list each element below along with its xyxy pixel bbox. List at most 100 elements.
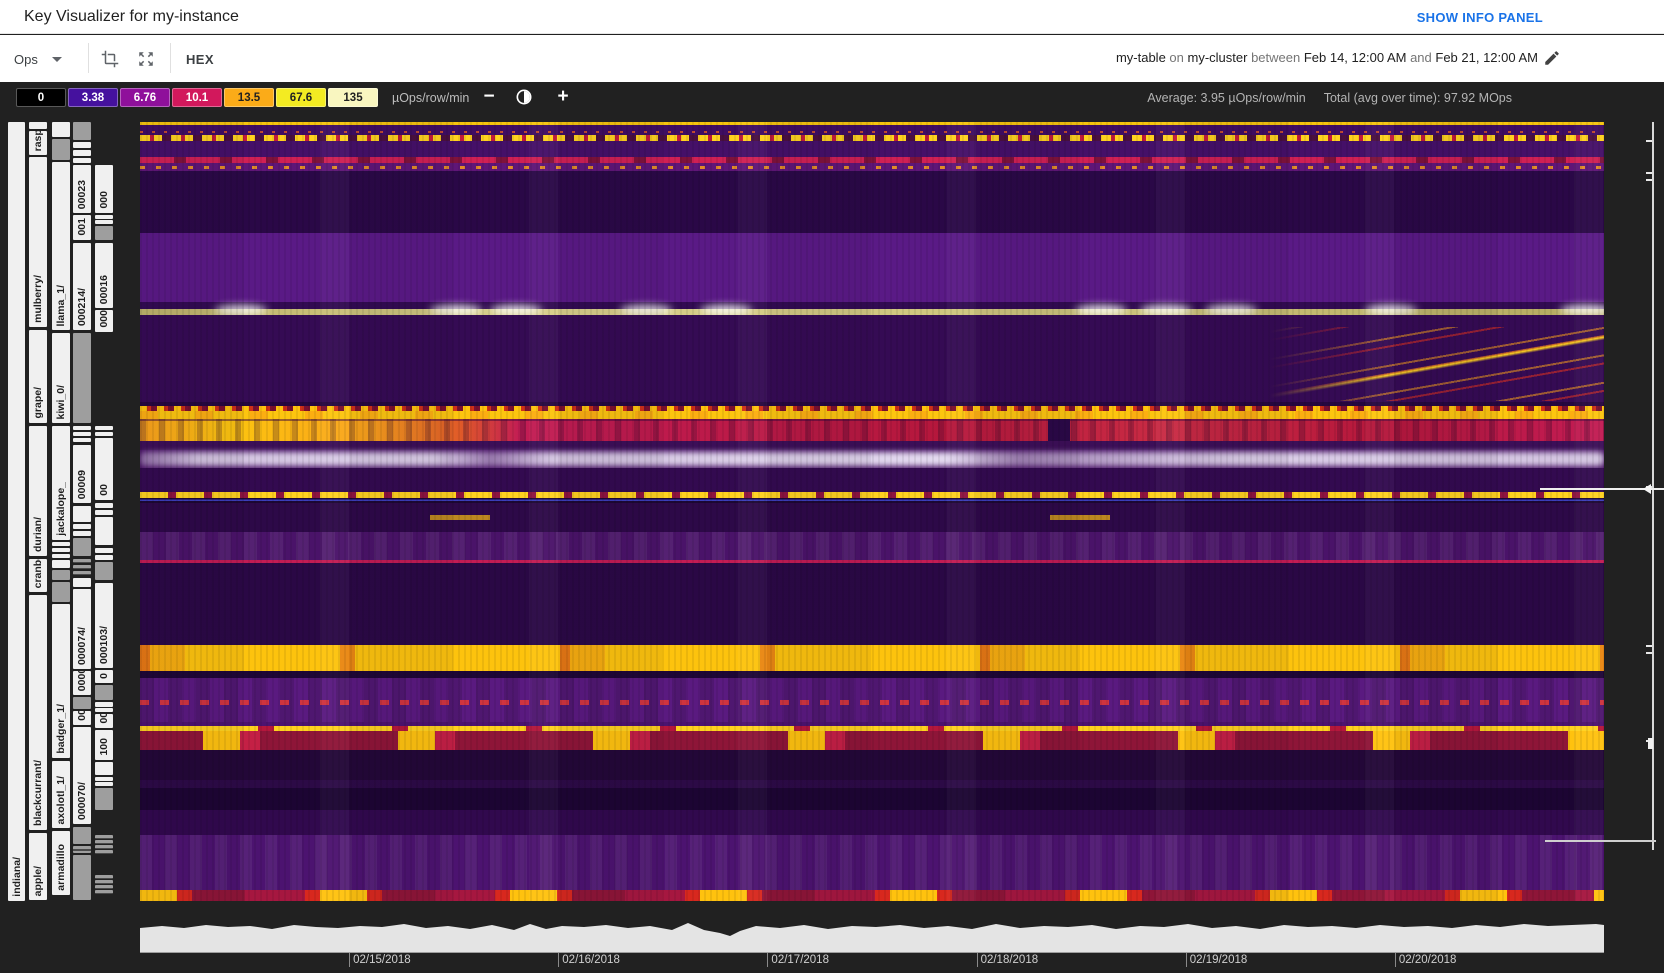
heatmap-band	[140, 441, 1604, 450]
contrast-button[interactable]	[512, 86, 536, 110]
keyspace-segment[interactable]: 000	[95, 165, 113, 213]
zoom-in-button[interactable]: +	[550, 84, 576, 110]
heatmap-band	[140, 468, 1604, 492]
keyspace-segment	[95, 788, 113, 810]
keyspace-segment	[73, 827, 91, 844]
keyspace-segment	[95, 850, 113, 854]
crop-button[interactable]	[96, 45, 124, 73]
keyspace-segment	[95, 510, 113, 515]
keyspace-segment[interactable]: 000070/	[73, 727, 91, 824]
keyspace-segment[interactable]: raspberry/	[29, 131, 47, 155]
metric-dropdown[interactable]: Ops	[14, 47, 62, 71]
heatmap-band	[140, 563, 1604, 645]
keyspace-segment	[73, 538, 91, 556]
keyspace-segment[interactable]: durian/	[29, 426, 47, 556]
ruler-thumb[interactable]	[1648, 738, 1653, 749]
scope-table: my-table	[1115, 50, 1166, 65]
keyspace-label: axolotl_1/	[55, 775, 67, 824]
keyspace-segment[interactable]: 000074/	[73, 589, 91, 669]
time-scrubber[interactable]	[140, 917, 1604, 953]
keyspace-segment	[73, 438, 91, 442]
heatmap-band	[140, 419, 1604, 441]
edit-scope-button[interactable]	[1538, 45, 1566, 73]
keyspace-segment[interactable]: 00016	[95, 243, 113, 308]
key-ruler-tick	[1646, 172, 1652, 174]
keyspace-segment	[73, 559, 91, 563]
timeline-tick	[976, 953, 978, 967]
keyspace-label: 000214/	[76, 288, 88, 326]
keyspace-segment[interactable]: 000103/	[95, 583, 113, 668]
legend-unit-label: µOps/row/min	[392, 91, 470, 105]
keyspace-label: 00007	[76, 671, 88, 691]
zoom-out-button[interactable]: −	[476, 84, 502, 110]
keyspace-segment[interactable]: 001	[73, 215, 91, 240]
timeline-date-label: 02/15/2018	[353, 954, 411, 966]
heatmap-white-glow-band	[140, 452, 1604, 466]
keyspace-segment	[73, 333, 91, 423]
keyspace-segment[interactable]: 100	[95, 730, 113, 760]
fullscreen-button[interactable]	[132, 45, 160, 73]
heatmap-glow-spot	[215, 305, 267, 315]
keyspace-segment[interactable]: cranberry/	[29, 559, 47, 592]
keyspace-segment[interactable]: mulberry/	[29, 157, 47, 327]
heatmap-band	[140, 890, 1604, 901]
keyspace-segment[interactable]: 0	[95, 670, 113, 683]
keyspace-segment[interactable]: 000214/	[73, 243, 91, 330]
keyspace-segment	[73, 855, 91, 900]
timeline-tick	[349, 953, 351, 967]
legend-stats: Average: 3.95 µOps/row/min Total (avg ov…	[1147, 91, 1512, 105]
keyspace-segment	[52, 582, 70, 602]
key-ruler-tick	[1646, 140, 1652, 142]
keyspace-segment[interactable]: llama_1/	[52, 162, 70, 330]
keyspace-segment	[73, 565, 91, 569]
keyspace-label: 0	[98, 673, 110, 679]
keyspace-segment[interactable]: badger_1/	[52, 604, 70, 758]
toolbar-divider	[88, 43, 89, 73]
keyspace-segment	[73, 571, 91, 575]
visualizer-stage: 0 3.38 6.76 10.1 13.5 67.6 135 µOps/row/min − …	[0, 82, 1664, 973]
keyspace-segment[interactable]: 00	[73, 711, 91, 725]
keyspace-segment[interactable]: apple/	[29, 833, 47, 900]
key-ruler-tick	[1646, 652, 1652, 654]
heatmap[interactable]	[140, 122, 1604, 901]
keyspace-segment	[73, 150, 91, 156]
scope-on: on	[1165, 50, 1188, 65]
keyspace-label: kiwi_0/	[55, 384, 67, 419]
legend-bucket: 135	[328, 88, 378, 107]
keyspace-segment[interactable]: 000	[95, 310, 113, 332]
legend-bucket: 0	[16, 88, 66, 107]
heatmap-band	[140, 780, 1604, 788]
keyspace-segment[interactable]: jackalope_	[52, 426, 70, 540]
keyspace-segment[interactable]: kiwi_0/	[52, 333, 70, 423]
keyspace-segment[interactable]: 00	[95, 438, 113, 500]
heatmap-band	[140, 645, 1604, 671]
heatmap-band	[140, 731, 1604, 750]
keyspace-segment	[95, 845, 113, 849]
crop-icon	[101, 50, 119, 68]
hex-toggle-button[interactable]: HEX	[186, 45, 214, 73]
heatmap-band	[140, 750, 1604, 780]
average-value: Average: 3.95 µOps/row/min	[1147, 91, 1306, 105]
keyspace-segment	[95, 885, 113, 889]
keyspace-segment[interactable]: 000	[95, 714, 113, 728]
keyspace-label: apple/	[32, 865, 44, 896]
keyspace-segment[interactable]: grape/	[29, 330, 47, 423]
keyspace-label: mulberry/	[32, 275, 44, 323]
keyspace-segment[interactable]: axolotl_1/	[52, 761, 70, 828]
keyspace-label: 000	[98, 310, 110, 328]
show-info-panel-link[interactable]: SHOW INFO PANEL	[1417, 10, 1543, 25]
keyspace-segment[interactable]: armadillo	[52, 831, 70, 895]
keyspace-segment[interactable]: indiana/	[8, 122, 25, 901]
heatmap-glow-spot	[1365, 305, 1417, 315]
keyspace-segment	[73, 122, 91, 140]
keyspace-label: jackalope_	[55, 482, 67, 536]
keyspace-segment	[95, 782, 113, 786]
keyspace-segment	[95, 215, 113, 219]
keyspace-segment[interactable]: 00009	[73, 445, 91, 503]
toolbar: Ops HEX my-table on my-cluster between F…	[0, 35, 1664, 82]
keyspace-segment[interactable]: blackcurrant/	[29, 595, 47, 830]
keyspace-segment[interactable]: 00023	[73, 165, 91, 213]
legend-bucket: 67.6	[276, 88, 326, 107]
keyspace-segment[interactable]: 00007	[73, 671, 91, 695]
heatmap-glow-spot	[1075, 305, 1127, 315]
